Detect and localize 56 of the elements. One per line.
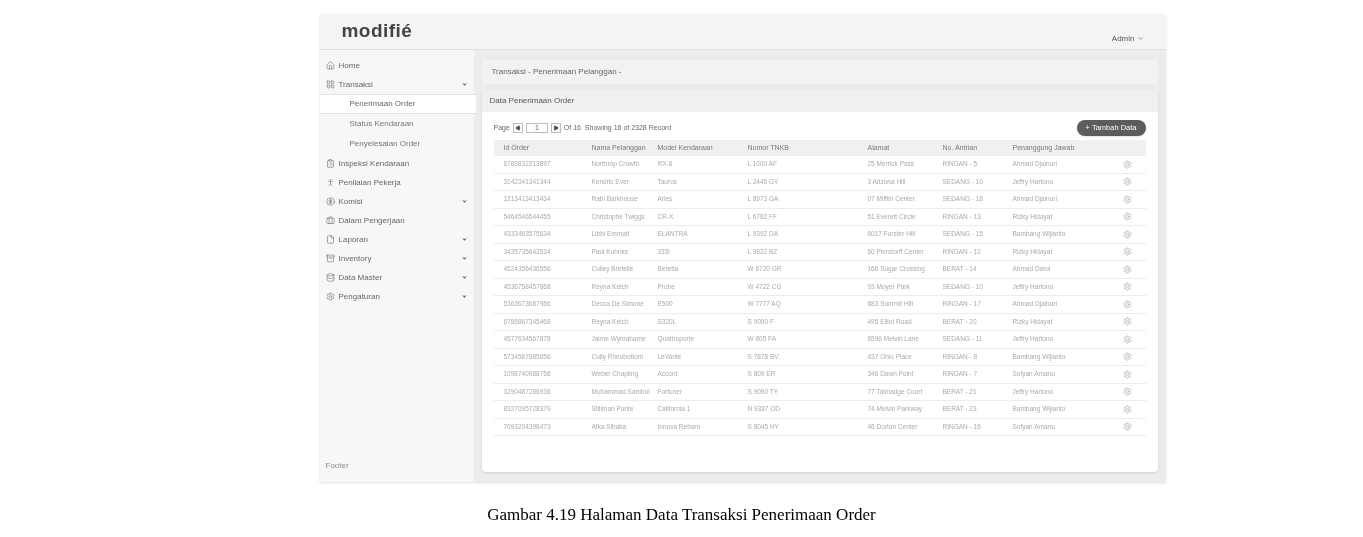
footer-text: Footer (324, 460, 350, 472)
settings-icon[interactable] (1122, 264, 1132, 274)
settings-icon[interactable] (1122, 159, 1132, 169)
grid-icon (325, 80, 335, 89)
briefcase-icon (325, 216, 335, 225)
sidebar-item[interactable]: Pengaturan (319, 287, 474, 306)
submenu-item[interactable]: Status Kendaraan (319, 114, 474, 134)
clipboard-icon (325, 159, 335, 168)
sidebar-item[interactable]: Inventory (319, 249, 474, 268)
settings-icon[interactable] (1122, 299, 1132, 309)
sidebar-item[interactable]: Komisi (319, 192, 474, 211)
sidebar-item[interactable]: Laporan (319, 230, 474, 249)
breadcrumb-bar: Transaksi - Penerimaan Pelanggan - (481, 60, 1158, 84)
settings-icon[interactable] (1122, 317, 1132, 327)
caret-icon (1136, 35, 1144, 42)
settings-icon[interactable] (1122, 229, 1132, 239)
settings-icon[interactable] (1122, 422, 1132, 432)
sidebar-item[interactable]: Penilaian Pekerja (319, 173, 474, 192)
left-triangle-icon (514, 125, 521, 131)
sidebar-item[interactable]: Home (319, 56, 474, 75)
card-title: Data Penerimaan Order (481, 90, 1158, 112)
logo: modifié (341, 19, 413, 44)
sidebar-item[interactable]: Inspeksi Kendaraan (319, 154, 474, 173)
caret-icon (460, 274, 468, 281)
settings-icon[interactable] (1122, 212, 1132, 222)
settings-icon[interactable] (1122, 177, 1132, 187)
database-icon (325, 273, 335, 282)
next-page-button[interactable] (550, 123, 561, 133)
right-triangle-icon (552, 125, 559, 131)
admin-menu[interactable]: Admin (1111, 32, 1144, 45)
home-icon (325, 61, 335, 70)
previous-page-button[interactable] (512, 123, 523, 133)
settings-icon[interactable] (1122, 369, 1132, 379)
settings-icon[interactable] (1122, 352, 1132, 362)
settings-icon[interactable] (1122, 247, 1132, 257)
settings-icon[interactable] (1122, 387, 1132, 397)
figure-caption: Gambar 4.19 Halaman Data Transaksi Penerimaan Order (487, 504, 876, 526)
settings-icon[interactable] (1122, 334, 1132, 344)
submenu-item[interactable]: Penyelesaian Order (319, 134, 474, 154)
person-icon (325, 178, 335, 187)
dollar-coin-icon (325, 197, 335, 206)
settings-icon[interactable] (1122, 282, 1132, 292)
sidebar-item[interactable]: Transaksi (319, 75, 474, 94)
archive-icon (325, 254, 335, 263)
sidebar-item[interactable]: Dalam Pengerjaan (319, 211, 474, 230)
file-icon (325, 235, 335, 244)
settings-icon[interactable] (1122, 194, 1132, 204)
settings-icon[interactable] (1122, 404, 1132, 414)
caret-icon (460, 255, 468, 262)
settings-icon (325, 292, 335, 301)
caret-icon (460, 293, 468, 300)
caret-icon (460, 198, 468, 205)
caret-icon (460, 81, 468, 88)
caret-icon (460, 236, 468, 243)
submenu-item[interactable]: Penerimaan Order (319, 94, 476, 114)
sidebar-item[interactable]: Data Master (319, 268, 474, 287)
